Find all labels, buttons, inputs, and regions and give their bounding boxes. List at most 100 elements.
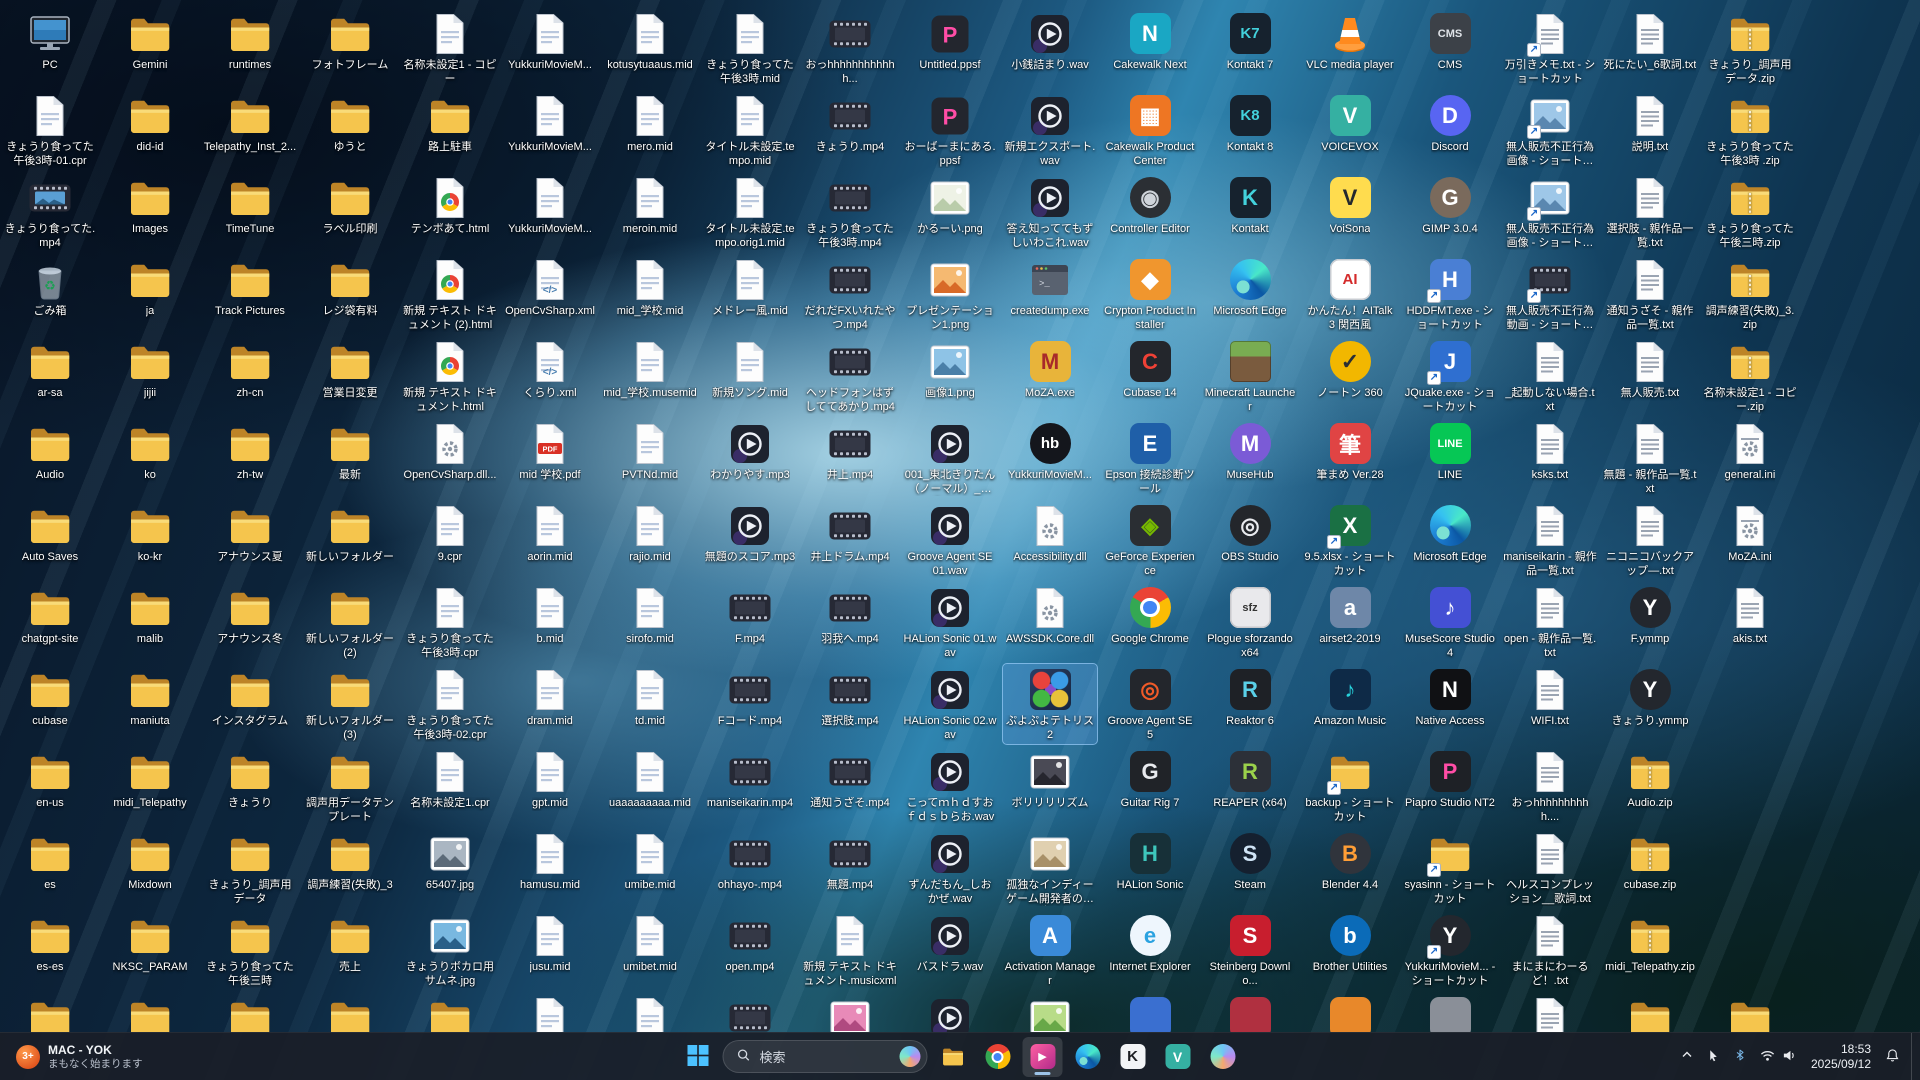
desktop-icon[interactable]: ヘルスコンプレッション__歌詞.txt (1503, 828, 1597, 908)
desktop-icon[interactable]: 新規 テキスト ドキュメント.html (403, 336, 497, 416)
desktop-icon[interactable]: umibe.mid (603, 828, 697, 908)
desktop-icon[interactable]: タイトル未設定.tempo.orig1.mid (703, 172, 797, 252)
desktop-icon[interactable]: uaaaaaaaaa.mid (603, 746, 697, 826)
desktop-icon[interactable]: a airset2-2019 (1303, 582, 1397, 662)
desktop-icon[interactable]: hb YukkuriMovieM... (1003, 418, 1097, 498)
desktop-icon[interactable]: dram.mid (503, 664, 597, 744)
desktop-icon[interactable]: K7 Kontakt 7 (1203, 8, 1297, 88)
desktop-icon[interactable] (103, 992, 197, 1032)
desktop-icon[interactable]: B Blender 4.4 (1303, 828, 1397, 908)
desktop-icon[interactable]: J ↗ JQuake.exe - ショートカット (1403, 336, 1497, 416)
desktop-icon[interactable]: きょうり食ってた午後3時.mp4 (803, 172, 897, 252)
desktop-icon[interactable]: M MoZA.exe (1003, 336, 1097, 416)
desktop-icon[interactable]: ↗ 無人販売不正行為画像 - ショートカッ... (1503, 90, 1597, 170)
desktop-icon[interactable]: G Guitar Rig 7 (1103, 746, 1197, 826)
desktop-icon[interactable]: maniseikarin.mp4 (703, 746, 797, 826)
desktop-icon[interactable]: M MuseHub (1203, 418, 1297, 498)
desktop-icon[interactable]: TimeTune (203, 172, 297, 252)
desktop-icon[interactable]: H HALion Sonic (1103, 828, 1197, 908)
desktop-icon[interactable]: meroin.mid (603, 172, 697, 252)
taskbar-app-voicevox[interactable]: V (1158, 1037, 1198, 1077)
desktop-icon[interactable]: PC (3, 8, 97, 88)
desktop-icon[interactable]: gpt.mid (503, 746, 597, 826)
desktop-icon[interactable]: midi_Telepathy.zip (1603, 910, 1697, 990)
desktop-icon[interactable]: S Steam (1203, 828, 1297, 908)
desktop-icon[interactable]: chatgpt-site (3, 582, 97, 662)
desktop-icon[interactable]: ♪ MuseScore Studio 4 (1403, 582, 1497, 662)
desktop-icon[interactable]: td.mid (603, 664, 697, 744)
desktop-icon[interactable]: 孤独なインディーゲーム開発者の一生... (1003, 828, 1097, 908)
desktop-icon[interactable]: Minecraft Launcher (1203, 336, 1297, 416)
desktop-icon[interactable]: きょうり食ってた午後3時-01.cpr (3, 90, 97, 170)
desktop-icon[interactable]: ↗ 無人販売不正行為動画 - ショートカット (1503, 254, 1597, 334)
desktop-icon[interactable]: Gemini (103, 8, 197, 88)
desktop-icon[interactable]: jijii (103, 336, 197, 416)
desktop-icon[interactable]: midi_Telepathy (103, 746, 197, 826)
desktop-icon[interactable]: ohhayo-.mp4 (703, 828, 797, 908)
desktop-icon[interactable]: cubase (3, 664, 97, 744)
desktop-icon[interactable]: ♪ Amazon Music (1303, 664, 1397, 744)
taskbar-app-kontakt[interactable]: K (1113, 1037, 1153, 1077)
desktop-icon[interactable]: mid_学校.mid (603, 254, 697, 334)
desktop-icon[interactable]: rajio.mid (603, 500, 697, 580)
desktop-icon[interactable]: Track Pictures (203, 254, 297, 334)
desktop-icon[interactable]: ksks.txt (1503, 418, 1597, 498)
desktop-icon[interactable]: 9.cpr (403, 500, 497, 580)
desktop-icon[interactable]: YukkuriMovieM... (503, 172, 597, 252)
desktop-icon[interactable]: HALion Sonic 02.wav (903, 664, 997, 744)
desktop-icon[interactable]: きょうり食ってた午後三時.zip (1703, 172, 1797, 252)
desktop-icon[interactable]: Telepathy_Inst_2... (203, 90, 297, 170)
desktop-icon[interactable]: ヘッドフォンはずしててあかり.mp4 (803, 336, 897, 416)
desktop-icon[interactable]: フォトフレーム (303, 8, 397, 88)
desktop-icon[interactable]: ko (103, 418, 197, 498)
desktop-icon[interactable]: b Brother Utilities (1303, 910, 1397, 990)
desktop-icon[interactable]: きょうりボカロ用サムネ.jpg (403, 910, 497, 990)
desktop-icon[interactable] (3, 992, 97, 1032)
desktop-icon[interactable]: バスドラ.wav (903, 910, 997, 990)
desktop-icon[interactable] (1303, 992, 1397, 1032)
desktop-icon[interactable]: AI かんたん！AITalk 3 関西風 (1303, 254, 1397, 334)
desktop-icon[interactable] (1603, 992, 1697, 1032)
desktop-icon[interactable]: >_ createdump.exe (1003, 254, 1097, 334)
desktop-icon[interactable]: 小銭詰まり.wav (1003, 8, 1097, 88)
desktop-icon[interactable]: zh-tw (203, 418, 297, 498)
desktop-icon[interactable]: jusu.mid (503, 910, 597, 990)
desktop-icon[interactable] (503, 992, 597, 1032)
taskbar-app-media-app-pink[interactable]: ▶ (1022, 1036, 1063, 1077)
desktop-icon[interactable]: 無題 - 親作品一覧.txt (1603, 418, 1697, 498)
desktop-icon[interactable]: S Steinberg Downlo... (1203, 910, 1297, 990)
desktop-icon[interactable]: ↗ 万引きメモ.txt - ショートカット (1503, 8, 1597, 88)
desktop-icon[interactable]: G GIMP 3.0.4 (1403, 172, 1497, 252)
desktop-icon[interactable]: ポリリリリズム (1003, 746, 1097, 826)
desktop-icon[interactable]: Microsoft Edge (1403, 500, 1497, 580)
desktop-icon[interactable]: 調声用データテンプレート (303, 746, 397, 826)
desktop-icon[interactable]: N Cakewalk Next (1103, 8, 1197, 88)
desktop-icon[interactable]: mid_学校.musemid (603, 336, 697, 416)
desktop-icon[interactable]: P Untitled.ppsf (903, 8, 997, 88)
desktop-icon[interactable]: 通知うざそ - 親作品一覧.txt (1603, 254, 1697, 334)
desktop-icon[interactable]: open - 親作品一覧.txt (1503, 582, 1597, 662)
desktop-icon[interactable]: </> くらり.xml (503, 336, 597, 416)
desktop-icon[interactable]: だれだFXいれたやつ.mp4 (803, 254, 897, 334)
desktop-icon[interactable]: C Cubase 14 (1103, 336, 1197, 416)
desktop-icon[interactable]: まにまにわーるど！.txt (1503, 910, 1597, 990)
desktop-icon[interactable]: WIFI.txt (1503, 664, 1597, 744)
desktop-icon[interactable]: インスタグラム (203, 664, 297, 744)
taskbar-app-edge[interactable] (1068, 1037, 1108, 1077)
desktop-icon[interactable]: ◈ GeForce Experience (1103, 500, 1197, 580)
desktop-icon[interactable]: ◆ Crypton Product Installer (1103, 254, 1197, 334)
desktop-icon[interactable]: Google Chrome (1103, 582, 1197, 662)
desktop-icon[interactable]: runtimes (203, 8, 297, 88)
desktop-icon[interactable] (903, 992, 997, 1032)
desktop-icon[interactable]: maniseikarin - 親作品一覧.txt (1503, 500, 1597, 580)
desktop-icon[interactable]: K8 Kontakt 8 (1203, 90, 1297, 170)
desktop-icon[interactable]: きょうり_調声用データ.zip (1703, 8, 1797, 88)
desktop-icon[interactable]: きょうり_調声用データ (203, 828, 297, 908)
desktop-icon[interactable]: 新規エクスポート.wav (1003, 90, 1097, 170)
desktop-icon[interactable]: きょうり (203, 746, 297, 826)
widgets-button[interactable]: 3+ MAC - YOK まもなく始まります (6, 1033, 153, 1080)
desktop-icon[interactable]: 調声練習(失敗)_3.zip (1703, 254, 1797, 334)
desktop-icon[interactable]: Accessibility.dll (1003, 500, 1097, 580)
desktop-icon[interactable]: e Internet Explorer (1103, 910, 1197, 990)
desktop-icon[interactable]: 営業日変更 (303, 336, 397, 416)
